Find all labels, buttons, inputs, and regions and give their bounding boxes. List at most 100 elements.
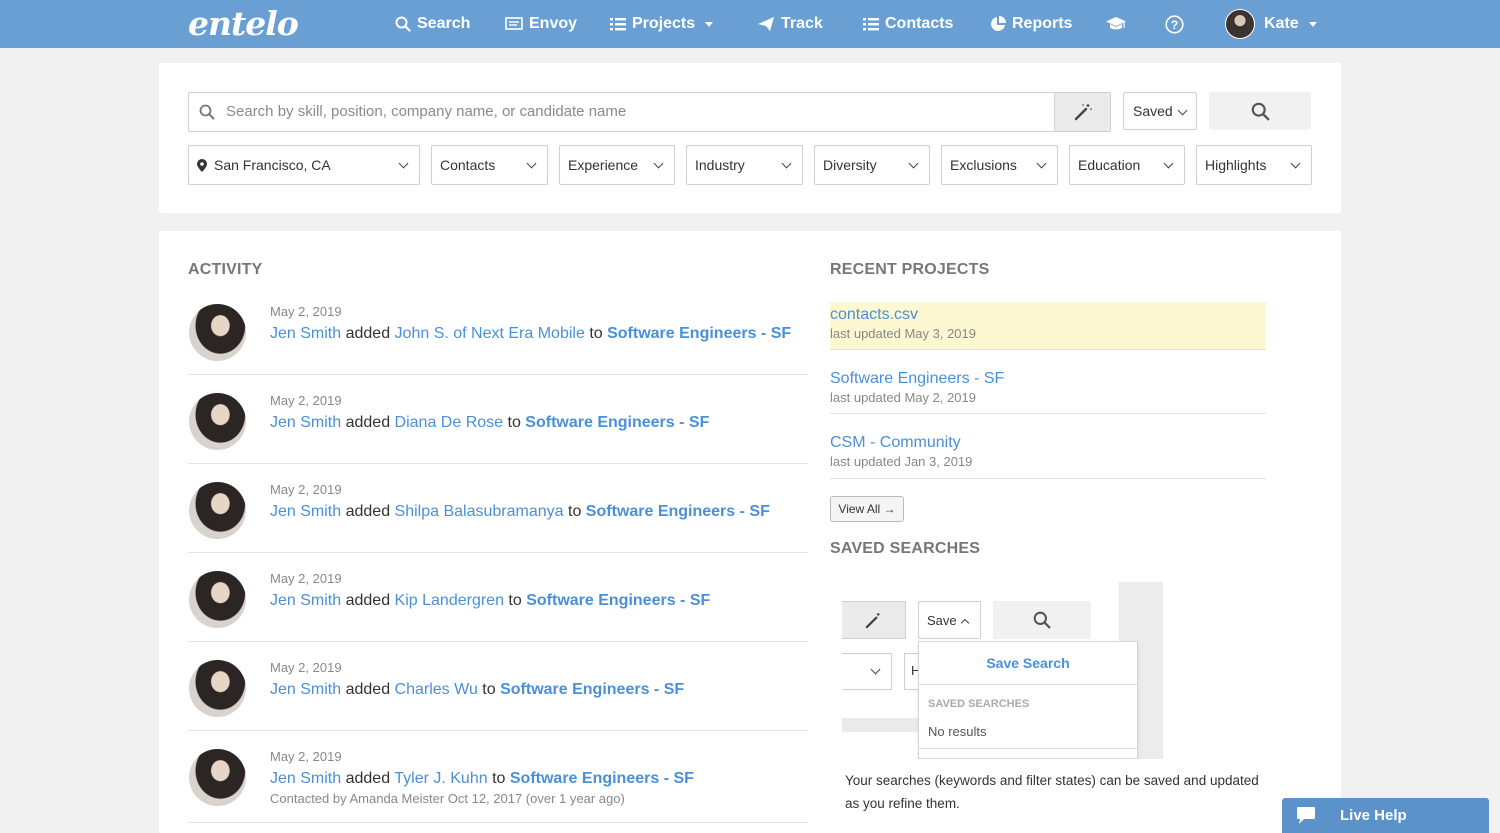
project-link[interactable]: Software Engineers - SF <box>607 325 791 342</box>
activity-prep: to <box>482 681 496 698</box>
no-results-text: No results <box>928 724 987 739</box>
search-icon <box>395 16 411 32</box>
project-updated: last updated May 2, 2019 <box>830 390 976 405</box>
search-button[interactable] <box>1209 92 1311 130</box>
saved-searches-title: SAVED SEARCHES <box>830 540 981 557</box>
view-all-button[interactable]: View All → <box>830 496 904 522</box>
contacted-note: Contacted by Amanda Meister Oct 12, 2017… <box>270 791 625 806</box>
user-menu[interactable]: Kate <box>1225 0 1317 48</box>
avatar[interactable] <box>189 482 246 539</box>
nav-envoy-label: Envoy <box>529 15 578 32</box>
activity-item: May 2, 2019 Jen Smith added Kip Landergr… <box>188 553 808 642</box>
map-pin-icon <box>197 158 207 172</box>
filter-experience[interactable]: Experience <box>559 145 675 185</box>
nav-track[interactable]: Track <box>757 0 823 48</box>
entelo-logo[interactable]: entelo <box>188 4 299 43</box>
activity-prep: to <box>508 592 522 609</box>
magic-wand-icon <box>865 612 880 628</box>
magic-wand-button[interactable] <box>1054 93 1110 131</box>
project-name-link[interactable]: CSM - Community <box>830 434 961 452</box>
actor-link[interactable]: Jen Smith <box>270 592 341 609</box>
filter-education[interactable]: Education <box>1069 145 1185 185</box>
nav-contacts-label: Contacts <box>885 15 954 32</box>
activity-text: Jen Smith added Charles Wu to Software E… <box>270 681 684 699</box>
chat-icon <box>1297 807 1315 824</box>
avatar[interactable] <box>189 660 246 717</box>
list-icon <box>610 18 626 31</box>
avatar[interactable] <box>189 571 246 628</box>
actor-link[interactable]: Jen Smith <box>270 681 341 698</box>
save-search-button: Save Search <box>919 642 1137 685</box>
user-name: Kate <box>1264 15 1299 32</box>
candidate-link[interactable]: Diana De Rose <box>395 414 504 431</box>
candidate-link[interactable]: Tyler J. Kuhn <box>394 770 487 787</box>
nav-envoy[interactable]: Envoy <box>505 0 577 48</box>
candidate-link[interactable]: Kip Landergren <box>395 592 504 609</box>
project-item[interactable]: CSM - Community last updated Jan 3, 2019 <box>830 414 1266 479</box>
top-nav: entelo Search Envoy Projects Track Conta… <box>0 0 1500 48</box>
chevron-up-icon <box>960 618 970 628</box>
activity-verb: added <box>345 503 391 520</box>
candidate-link[interactable]: John S. of Next Era Mobile <box>395 325 585 342</box>
nav-search-label: Search <box>417 15 471 32</box>
nav-reports[interactable]: Reports <box>990 0 1072 48</box>
illustration-search-button <box>993 601 1091 639</box>
nav-help[interactable]: ? <box>1165 0 1184 48</box>
filter-exclusions-label: Exclusions <box>950 157 1017 173</box>
filter-location-label: San Francisco, CA <box>214 157 331 173</box>
activity-item: May 2, 2019 Jen Smith added Diana De Ros… <box>188 375 808 464</box>
filter-contacts[interactable]: Contacts <box>431 145 548 185</box>
filter-diversity-label: Diversity <box>823 157 877 173</box>
project-link[interactable]: Software Engineers - SF <box>586 503 770 520</box>
chevron-down-icon <box>1308 21 1317 27</box>
filter-industry[interactable]: Industry <box>686 145 803 185</box>
chevron-down-icon <box>705 21 714 27</box>
nav-contacts[interactable]: Contacts <box>863 0 953 48</box>
actor-link[interactable]: Jen Smith <box>270 770 341 787</box>
chevron-down-icon <box>1163 158 1174 169</box>
nav-search[interactable]: Search <box>395 0 470 48</box>
candidate-link[interactable]: Charles Wu <box>395 681 478 698</box>
nav-reports-label: Reports <box>1012 15 1073 32</box>
search-input[interactable]: Search by skill, position, company name,… <box>188 92 1111 132</box>
project-link[interactable]: Software Engineers - SF <box>526 592 710 609</box>
avatar[interactable] <box>189 749 246 806</box>
activity-date: May 2, 2019 <box>270 482 342 497</box>
avatar[interactable] <box>189 393 246 450</box>
activity-verb: added <box>345 414 391 431</box>
saved-searches-illustration: Save H Save Search SAVED SEARCHES No res… <box>842 582 1163 759</box>
activity-item: May 2, 2019 Jen Smith added Tyler J. Kuh… <box>188 731 808 823</box>
project-link[interactable]: Software Engineers - SF <box>500 681 684 698</box>
filter-highlights[interactable]: Highlights <box>1196 145 1312 185</box>
project-name-link[interactable]: Software Engineers - SF <box>830 370 1004 388</box>
filter-location[interactable]: San Francisco, CA <box>188 145 420 185</box>
project-updated: last updated May 3, 2019 <box>830 326 976 341</box>
candidate-link[interactable]: Shilpa Balasubramanya <box>395 503 564 520</box>
project-item[interactable]: Software Engineers - SF last updated May… <box>830 350 1266 414</box>
live-help-button[interactable]: Live Help <box>1282 798 1489 833</box>
saved-searches-description: Your searches (keywords and filter state… <box>845 773 1259 811</box>
chevron-down-icon <box>781 158 792 169</box>
project-item[interactable]: contacts.csv last updated May 3, 2019 <box>830 302 1266 350</box>
activity-text: Jen Smith added Kip Landergren to Softwa… <box>270 592 710 610</box>
activity-date: May 2, 2019 <box>270 749 342 764</box>
filter-highlights-label: Highlights <box>1205 157 1267 173</box>
avatar[interactable] <box>189 304 246 361</box>
project-link[interactable]: Software Engineers - SF <box>510 770 694 787</box>
filter-experience-label: Experience <box>568 157 639 173</box>
nav-projects[interactable]: Projects <box>610 0 714 48</box>
nav-academy[interactable] <box>1105 0 1127 48</box>
actor-link[interactable]: Jen Smith <box>270 325 341 342</box>
chevron-down-icon <box>1177 105 1188 116</box>
actor-link[interactable]: Jen Smith <box>270 503 341 520</box>
actor-link[interactable]: Jen Smith <box>270 414 341 431</box>
project-link[interactable]: Software Engineers - SF <box>525 414 709 431</box>
activity-text: Jen Smith added Diana De Rose to Softwar… <box>270 414 709 432</box>
saved-dropdown[interactable]: Saved <box>1123 92 1197 130</box>
filter-exclusions[interactable]: Exclusions <box>941 145 1058 185</box>
filter-diversity[interactable]: Diversity <box>814 145 930 185</box>
project-name-link[interactable]: contacts.csv <box>830 306 918 324</box>
activity-prep: to <box>507 414 521 431</box>
activity-prep: to <box>589 325 603 342</box>
project-updated: last updated Jan 3, 2019 <box>830 454 973 469</box>
